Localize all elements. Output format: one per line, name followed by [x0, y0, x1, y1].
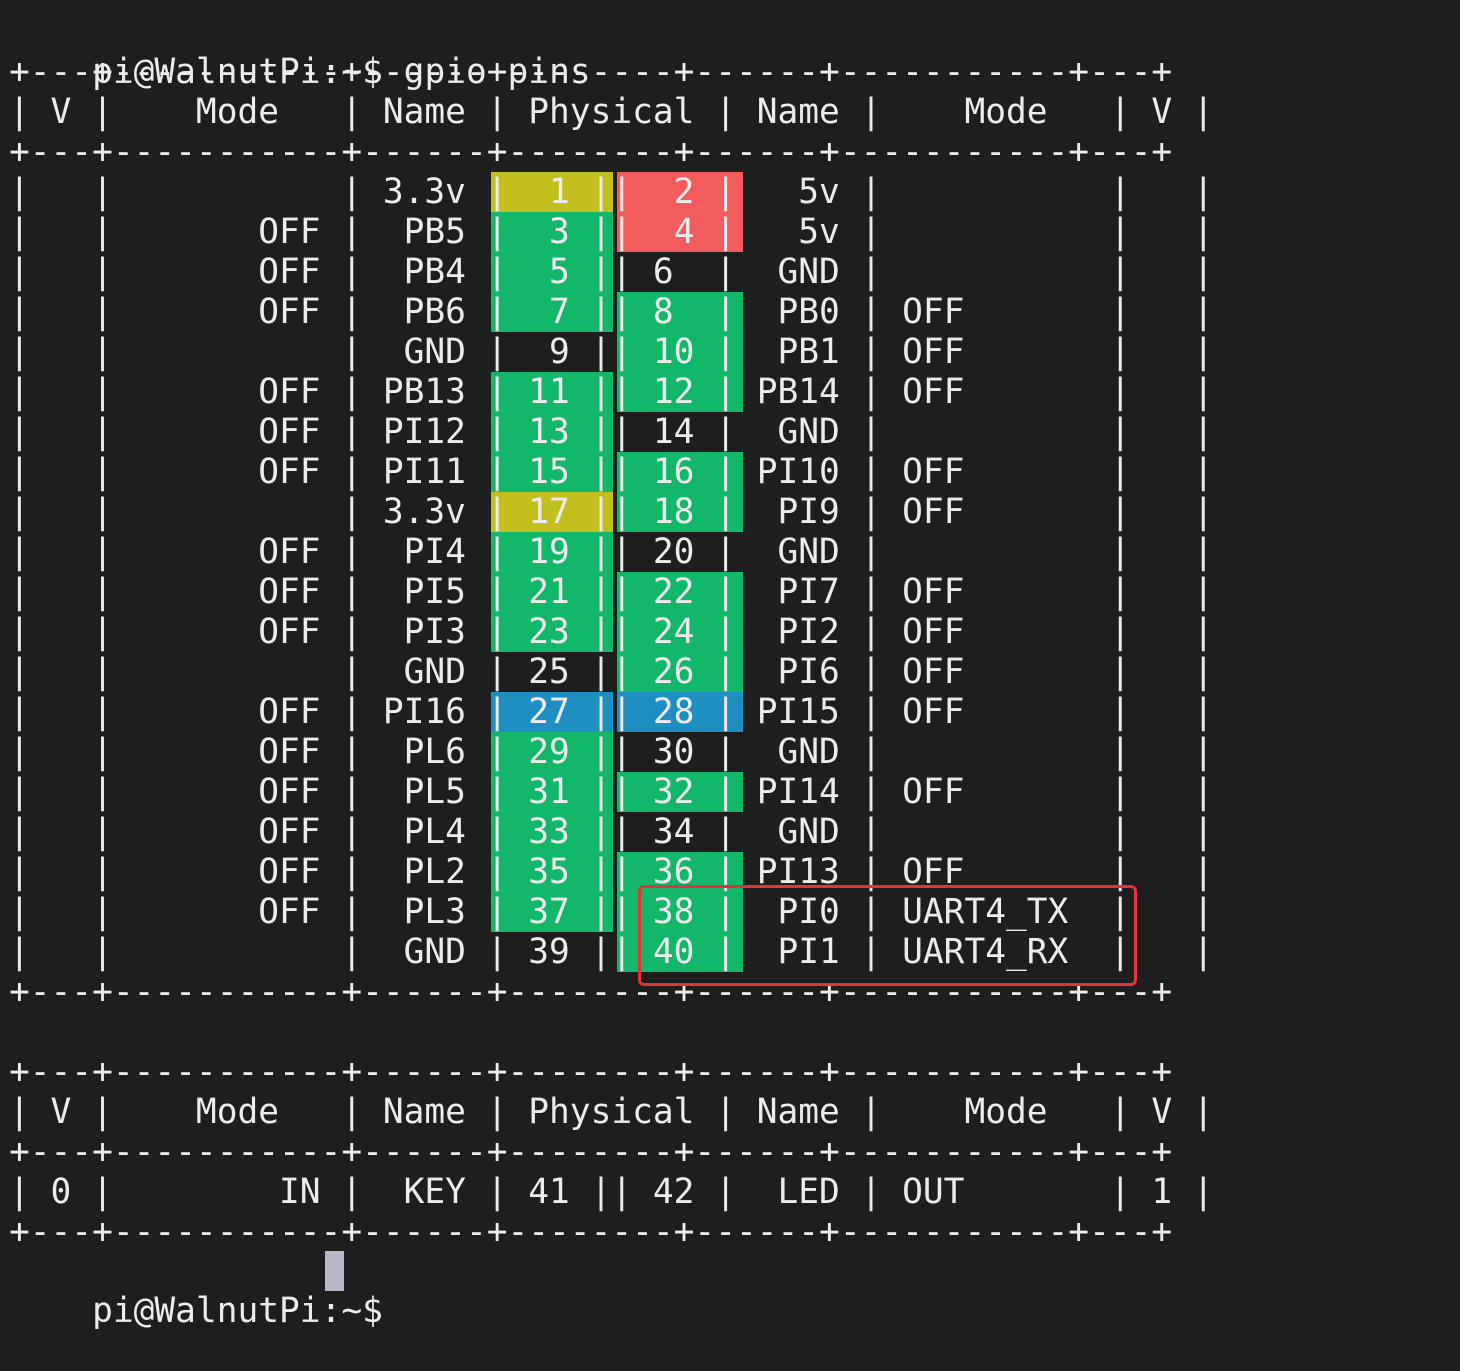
terminal-cursor	[325, 1251, 344, 1291]
table1-row: | | OFF | PI16 | 27 || 28 | PI15 | OFF |…	[9, 692, 1214, 732]
command-line: pi@WalnutPi:~$ gpio pins	[9, 12, 591, 92]
table1-row: | | | GND | 39 || 40 | PI1 | UART4_RX | …	[9, 932, 1214, 972]
table1-row: | | OFF | PI11 | 15 || 16 | PI10 | OFF |…	[9, 452, 1214, 492]
table1-row: | | OFF | PL5 | 31 || 32 | PI14 | OFF | …	[9, 772, 1214, 812]
table1-row: | | OFF | PL4 | 33 || 34 | GND | | |	[9, 812, 1214, 852]
table2-row: | V | Mode | Name | Physical | Name | Mo…	[9, 1092, 1214, 1132]
table2-row: +---+-----------+------+--------+------+…	[9, 1212, 1173, 1252]
table2-row: +---+-----------+------+--------+------+…	[9, 1052, 1173, 1092]
final-prompt: pi@WalnutPi:~$	[92, 1291, 383, 1331]
table1-row: | | | 3.3v | 1 || 2 | 5v | | |	[9, 172, 1214, 212]
table1-row: | | OFF | PL2 | 35 || 36 | PI13 | OFF | …	[9, 852, 1214, 892]
table1-row: | | OFF | PB4 | 5 || 6 | GND | | |	[9, 252, 1214, 292]
table1-row: | | OFF | PI4 | 19 || 20 | GND | | |	[9, 532, 1214, 572]
table1-row: | V | Mode | Name | Physical | Name | Mo…	[9, 92, 1214, 132]
table1-row: | | OFF | PI5 | 21 || 22 | PI7 | OFF | |	[9, 572, 1214, 612]
table2-row: | 0 | IN | KEY | 41 || 42 | LED | OUT | …	[9, 1172, 1214, 1212]
table1-row: | | OFF | PB13 | 11 || 12 | PB14 | OFF |…	[9, 372, 1214, 412]
table1-row: | | | 3.3v | 17 || 18 | PI9 | OFF | |	[9, 492, 1214, 532]
table1-row: +---+-----------+------+--------+------+…	[9, 52, 1173, 92]
terminal-window[interactable]: pi@WalnutPi:~$ gpio pins +---+----------…	[0, 0, 1460, 1331]
table1-row: | | OFF | PB6 | 7 || 8 | PB0 | OFF | |	[9, 292, 1214, 332]
table1-row: | | OFF | PL3 | 37 || 38 | PI0 | UART4_T…	[9, 892, 1214, 932]
table1-row: | | OFF | PI12 | 13 || 14 | GND | | |	[9, 412, 1214, 452]
table1-row: +---+-----------+------+--------+------+…	[9, 132, 1173, 172]
table1-row: +---+-----------+------+--------+------+…	[9, 972, 1173, 1012]
table1-row: | | | GND | 25 || 26 | PI6 | OFF | |	[9, 652, 1214, 692]
table1-row: | | OFF | PL6 | 29 || 30 | GND | | |	[9, 732, 1214, 772]
table2-row: +---+-----------+------+--------+------+…	[9, 1132, 1173, 1172]
table1-row: | | OFF | PI3 | 23 || 24 | PI2 | OFF | |	[9, 612, 1214, 652]
table1-row: | | | GND | 9 || 10 | PB1 | OFF | |	[9, 332, 1214, 372]
table1-row: | | OFF | PB5 | 3 || 4 | 5v | | |	[9, 212, 1214, 252]
